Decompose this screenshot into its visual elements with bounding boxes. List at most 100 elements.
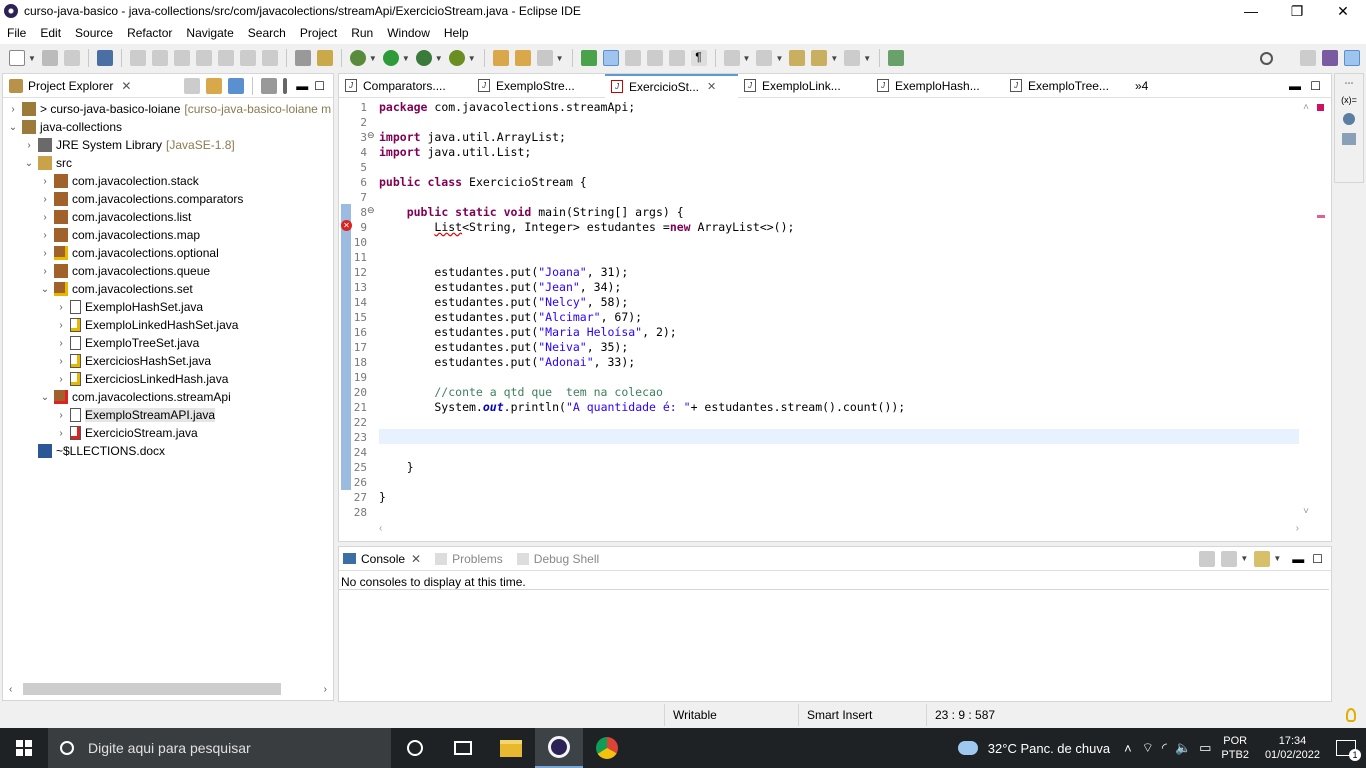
resume-icon[interactable] — [129, 50, 146, 66]
save-icon[interactable] — [41, 50, 58, 66]
tip-of-day-icon[interactable] — [1346, 708, 1356, 722]
open-console-icon[interactable] — [1254, 550, 1271, 567]
minimize-view-icon[interactable]: ▬ — [1292, 552, 1304, 566]
fold-method-icon[interactable]: ⊖ — [367, 205, 375, 216]
search-tool-icon[interactable] — [536, 50, 553, 66]
step-into-icon[interactable] — [217, 50, 234, 66]
collapsed-arrow-icon[interactable]: › — [39, 248, 51, 259]
view-menu-icon[interactable] — [283, 77, 288, 94]
tree-item[interactable]: › ExercicioStream.java — [55, 424, 198, 442]
show-hidden-icons-icon[interactable]: ˄ — [1124, 741, 1132, 756]
tree-item[interactable]: ⌄ com.javacolections.set — [39, 280, 193, 298]
menu-navigate[interactable]: Navigate — [179, 26, 240, 40]
tree-item[interactable]: › > curso-java-basico-loiane [curso-java-b… — [7, 100, 331, 118]
open-perspective-icon[interactable] — [1300, 50, 1316, 66]
coverage-icon[interactable] — [415, 50, 432, 66]
maximize-editor-icon[interactable]: ☐ — [1310, 79, 1321, 93]
disconnect-icon[interactable] — [195, 50, 212, 66]
menu-window[interactable]: Window — [380, 26, 437, 40]
previous-annotation-icon[interactable] — [756, 50, 773, 66]
collapsed-arrow-icon[interactable]: › — [23, 140, 35, 151]
expanded-arrow-icon[interactable]: ⌄ — [7, 122, 19, 133]
weather-icon[interactable] — [957, 741, 978, 755]
skip-breakpoints-icon[interactable] — [96, 50, 113, 66]
open-type-icon[interactable] — [492, 50, 509, 66]
scroll-down-icon[interactable]: ˅ — [1303, 506, 1309, 517]
tree-item[interactable]: › ExemploStreamAPI.java — [55, 406, 216, 424]
tab-exemplostream[interactable]: J ExemploStre... — [472, 74, 605, 98]
external-tools-dropdown-icon[interactable]: ▼ — [468, 54, 476, 63]
close-icon[interactable]: ✕ — [411, 552, 421, 566]
collapsed-arrow-icon[interactable]: › — [39, 212, 51, 223]
collapsed-arrow-icon[interactable]: › — [55, 410, 67, 421]
debug-dropdown-icon[interactable]: ▼ — [369, 54, 377, 63]
tree-item[interactable]: › com.javacolections.map — [39, 226, 200, 244]
forward-icon[interactable] — [844, 50, 861, 66]
expressions-icon[interactable] — [1342, 133, 1356, 145]
code-editor[interactable]: package com.javacolections.streamApi; im… — [379, 100, 1299, 520]
tab-exemplohash[interactable]: J ExemploHash... — [871, 74, 1004, 98]
forward-dropdown-icon[interactable]: ▼ — [863, 54, 871, 63]
external-tools-icon[interactable] — [448, 50, 465, 66]
tab-exemplolink[interactable]: J ExemploLink... — [738, 74, 871, 98]
tree-item[interactable]: › ExemploTreeSet.java — [55, 334, 199, 352]
more-tabs-button[interactable]: »4 — [1135, 79, 1148, 93]
tree-item[interactable]: › ExemploHashSet.java — [55, 298, 203, 316]
taskbar-search[interactable]: Digite aqui para pesquisar — [48, 728, 391, 768]
tree-item[interactable]: › JRE System Library [JavaSE-1.8] — [23, 136, 235, 154]
pin-editor-icon[interactable] — [888, 50, 905, 66]
maximize-view-icon[interactable]: ☐ — [1312, 552, 1323, 566]
menu-project[interactable]: Project — [293, 26, 344, 40]
collapsed-arrow-icon[interactable]: › — [7, 104, 19, 115]
run-dropdown-icon[interactable]: ▼ — [402, 54, 410, 63]
collapsed-arrow-icon[interactable]: › — [39, 194, 51, 205]
minimize-editor-icon[interactable]: ▬ — [1289, 79, 1301, 93]
tree-item[interactable]: ⌄ com.javacolections.streamApi — [39, 388, 231, 406]
maximize-button[interactable]: ❐ — [1274, 0, 1320, 22]
close-tab-icon[interactable]: ✕ — [707, 80, 716, 93]
collapsed-arrow-icon[interactable]: › — [55, 320, 67, 331]
scroll-left-icon[interactable]: ‹ — [9, 684, 12, 695]
restore-icon[interactable]: ⋯ — [1335, 78, 1363, 89]
error-overview-marker[interactable] — [1317, 215, 1325, 218]
collapsed-arrow-icon[interactable]: › — [55, 356, 67, 367]
pilcrow-icon[interactable]: ¶ — [690, 50, 707, 66]
minimize-button[interactable]: — — [1228, 0, 1274, 22]
tree-item[interactable]: › com.javacolections.queue — [39, 262, 210, 280]
search-icon[interactable] — [1260, 51, 1273, 65]
scroll-left-icon[interactable]: ‹ — [379, 523, 382, 534]
debug-perspective-icon[interactable] — [1344, 50, 1360, 66]
display-console-dropdown-icon[interactable]: ▼ — [1240, 554, 1248, 563]
tree-item[interactable]: ⌄ java-collections — [7, 118, 122, 136]
collapsed-arrow-icon[interactable]: › — [55, 374, 67, 385]
new-icon[interactable] — [9, 50, 25, 66]
collapse-all-icon[interactable] — [184, 77, 201, 94]
tab-problems[interactable]: Problems — [435, 552, 511, 566]
menu-refactor[interactable]: Refactor — [120, 26, 179, 40]
file-explorer-button[interactable] — [487, 728, 535, 768]
collapsed-arrow-icon[interactable]: › — [39, 230, 51, 241]
tree-item[interactable]: ~$LLECTIONS.docx — [23, 442, 165, 460]
menu-file[interactable]: File — [0, 26, 33, 40]
tab-project-explorer[interactable]: Project Explorer ✕ — [3, 74, 138, 97]
cortana-button[interactable] — [391, 728, 439, 768]
language-indicator[interactable]: POR PTB2 — [1221, 734, 1249, 762]
block-selection-icon[interactable] — [646, 50, 663, 66]
tab-exemplotree[interactable]: J ExemploTree... — [1004, 74, 1137, 98]
collapsed-arrow-icon[interactable]: › — [55, 302, 67, 313]
word-wrap-icon[interactable] — [624, 50, 641, 66]
expanded-arrow-icon[interactable]: ⌄ — [23, 158, 35, 169]
java-perspective-icon[interactable] — [1322, 50, 1338, 66]
last-edit-location-icon[interactable] — [789, 50, 806, 66]
start-button[interactable] — [0, 728, 48, 768]
tree-item[interactable]: › ExerciciosHashSet.java — [55, 352, 211, 370]
expanded-arrow-icon[interactable]: ⌄ — [39, 392, 51, 403]
error-overview-marker[interactable] — [1317, 104, 1324, 111]
tab-exerciciostream[interactable]: J ExercicioSt... ✕ — [605, 73, 738, 98]
display-console-icon[interactable] — [1221, 550, 1238, 567]
run-icon[interactable] — [382, 50, 399, 66]
wifi-icon[interactable]: ◜ — [1162, 740, 1167, 756]
clock[interactable]: 17:34 01/02/2022 — [1265, 734, 1320, 762]
menu-help[interactable]: Help — [437, 26, 476, 40]
variables-icon[interactable]: (x)= — [1335, 95, 1363, 105]
